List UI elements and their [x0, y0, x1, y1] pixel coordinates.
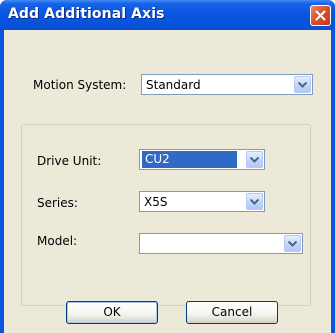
series-value: X5S	[144, 195, 168, 209]
motion-system-value: Standard	[146, 78, 201, 92]
model-dropdown-button[interactable]	[284, 235, 301, 252]
ok-button[interactable]: OK	[66, 301, 158, 324]
model-select[interactable]	[139, 233, 303, 254]
chevron-down-icon	[298, 82, 307, 88]
close-icon	[315, 10, 326, 21]
series-dropdown-button[interactable]	[246, 193, 263, 210]
motion-system-dropdown-button[interactable]	[294, 76, 311, 93]
chevron-down-icon	[250, 157, 259, 163]
chevron-down-icon	[288, 241, 297, 247]
drive-unit-value: CU2	[142, 151, 237, 168]
dialog-window: Add Additional Axis Motion System: Stand…	[0, 0, 335, 333]
motion-system-label: Motion System:	[33, 78, 127, 92]
cancel-button[interactable]: Cancel	[186, 301, 278, 324]
drive-unit-dropdown-button[interactable]	[246, 151, 263, 168]
series-label: Series:	[37, 196, 78, 210]
drive-unit-select[interactable]: CU2	[139, 149, 265, 170]
chevron-down-icon	[250, 199, 259, 205]
dialog-title: Add Additional Axis	[8, 6, 165, 22]
close-button[interactable]	[310, 5, 331, 26]
dialog-body: Motion System: Standard Drive Unit: CU2 …	[4, 30, 331, 333]
title-bar[interactable]: Add Additional Axis	[0, 0, 335, 30]
drive-unit-label: Drive Unit:	[37, 154, 102, 168]
series-select[interactable]: X5S	[139, 191, 265, 212]
motion-system-select[interactable]: Standard	[141, 74, 313, 95]
model-label: Model:	[37, 234, 78, 248]
